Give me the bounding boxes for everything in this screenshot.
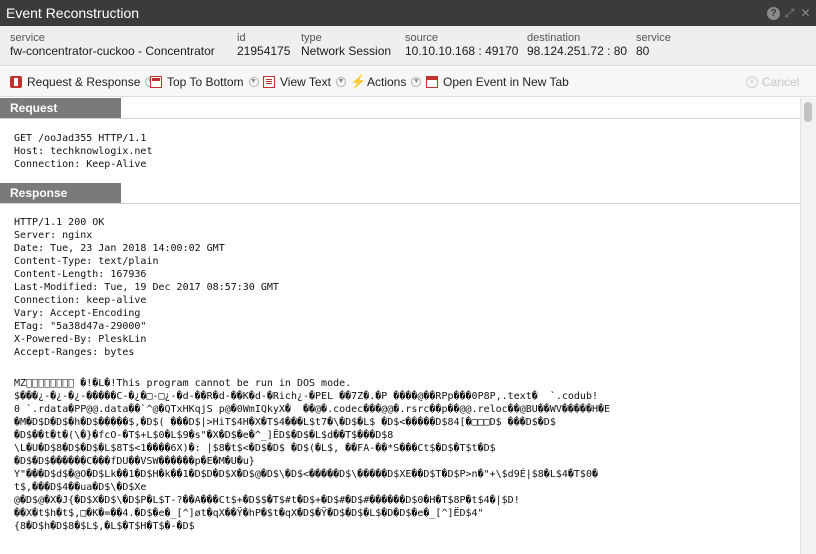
request-response-icon bbox=[10, 76, 22, 88]
reconstruction-toolbar: Request & Response ▼ Top To Bottom ▼ Vie… bbox=[0, 67, 816, 97]
request-text: GET /ooJad355 HTTP/1.1 Host: techknowlog… bbox=[14, 133, 153, 170]
response-section-header: Response bbox=[0, 183, 121, 203]
meta-destination-label: destination bbox=[527, 32, 581, 44]
meta-id-value: 21954175 bbox=[237, 44, 291, 58]
meta-service: service fw-concentrator-cuckoo - Concent… bbox=[10, 32, 215, 59]
window-titlebar: Event Reconstruction ? ⤢ ✕ bbox=[0, 0, 816, 26]
request-section-header: Request bbox=[0, 98, 121, 118]
response-body-text: MZ         �!�L�!This program cannot be … bbox=[14, 378, 611, 532]
response-headers-text: HTTP/1.1 200 OK Server: nginx Date: Tue,… bbox=[14, 217, 279, 358]
expand-icon[interactable]: ⤢ bbox=[783, 6, 796, 20]
meta-service-port-value: 80 bbox=[636, 44, 650, 58]
cancel-icon: ✕ bbox=[746, 76, 758, 88]
request-response-dropdown[interactable]: Request & Response ▼ bbox=[10, 74, 156, 90]
window-title: Event Reconstruction bbox=[6, 5, 140, 21]
meta-type-value: Network Session bbox=[301, 44, 392, 58]
text-view-icon bbox=[263, 76, 275, 88]
window-controls: ? ⤢ ✕ bbox=[767, 5, 812, 21]
new-tab-icon bbox=[426, 76, 438, 88]
close-icon[interactable]: ✕ bbox=[799, 6, 812, 20]
meta-service-port-label: service bbox=[636, 32, 671, 44]
meta-service-label: service bbox=[10, 32, 45, 44]
event-meta-bar: service fw-concentrator-cuckoo - Concent… bbox=[0, 26, 816, 66]
open-event-new-tab-button[interactable]: Open Event in New Tab bbox=[426, 74, 569, 90]
view-text-dropdown[interactable]: View Text ▼ bbox=[263, 74, 346, 90]
scrollbar-thumb[interactable] bbox=[804, 102, 812, 122]
meta-source-value: 10.10.10.168 : 49170 bbox=[405, 44, 519, 58]
cancel-button[interactable]: ✕ Cancel bbox=[746, 74, 799, 90]
meta-destination-value: 98.124.251.72 : 80 bbox=[527, 44, 628, 58]
layout-icon bbox=[150, 76, 162, 88]
top-to-bottom-dropdown[interactable]: Top To Bottom ▼ bbox=[150, 74, 259, 90]
meta-id: id 21954175 bbox=[237, 32, 290, 59]
top-to-bottom-label: Top To Bottom bbox=[167, 75, 244, 89]
cancel-label: Cancel bbox=[762, 75, 800, 89]
open-event-label: Open Event in New Tab bbox=[443, 75, 569, 89]
view-text-label: View Text bbox=[280, 75, 331, 89]
meta-source: source 10.10.10.168 : 49170 bbox=[405, 32, 518, 59]
actions-label: Actions bbox=[367, 75, 407, 89]
actions-dropdown[interactable]: ⚡ Actions ▼ bbox=[350, 74, 422, 90]
lightning-icon: ⚡ bbox=[350, 74, 367, 89]
chevron-down-icon: ▼ bbox=[248, 77, 259, 87]
meta-source-label: source bbox=[405, 32, 439, 44]
meta-service-value: fw-concentrator-cuckoo - Concentrator bbox=[10, 44, 215, 58]
meta-service-port: service 80 bbox=[636, 32, 671, 59]
meta-type: type Network Session bbox=[301, 32, 391, 59]
reconstruction-content: Request GET /ooJad355 HTTP/1.1 Host: tec… bbox=[0, 98, 800, 554]
chevron-down-icon: ▼ bbox=[335, 77, 346, 87]
meta-type-label: type bbox=[301, 32, 322, 44]
meta-id-label: id bbox=[237, 32, 246, 44]
chevron-down-icon: ▼ bbox=[411, 77, 422, 87]
content-scrollbar[interactable] bbox=[800, 98, 816, 554]
meta-destination: destination 98.124.251.72 : 80 bbox=[527, 32, 627, 59]
help-icon[interactable]: ? bbox=[767, 6, 780, 20]
request-response-label: Request & Response bbox=[27, 75, 141, 89]
